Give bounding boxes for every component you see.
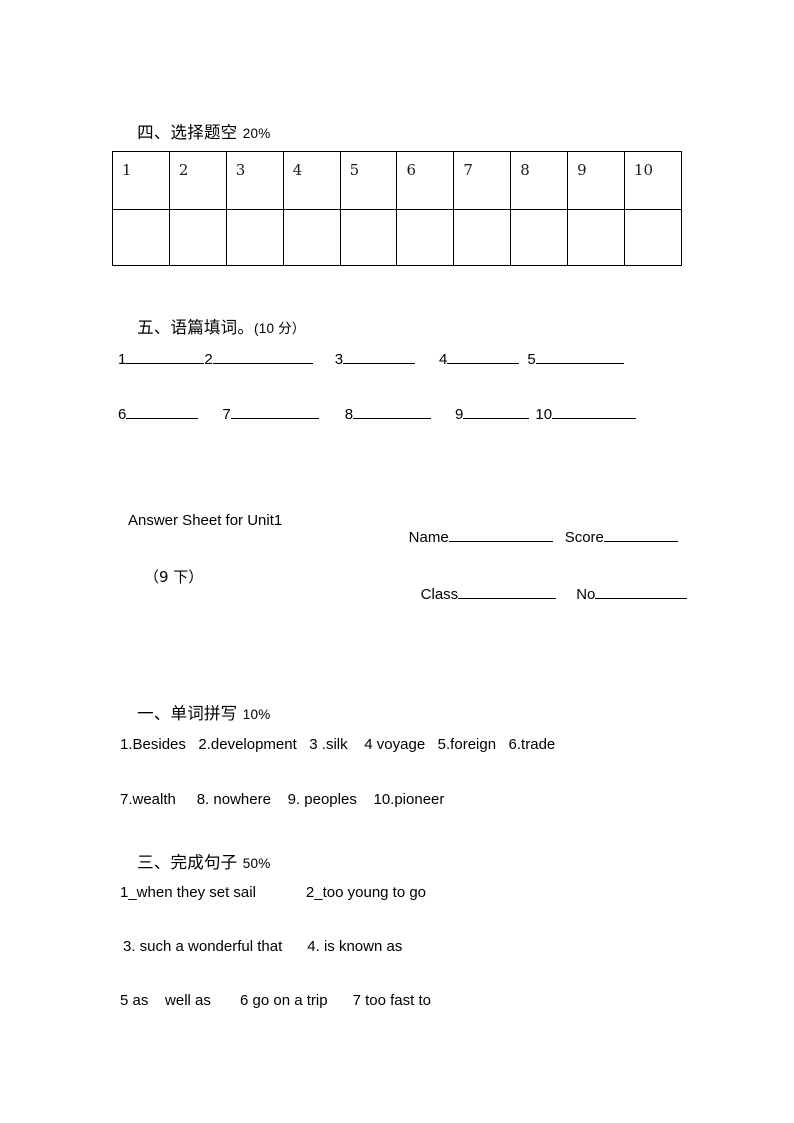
section-three-answers-line-three: 5 as well as 6 go on a trip 7 too fast t…	[120, 992, 431, 1009]
table-cell-number: 4	[282, 151, 341, 210]
name-score-field-group: Name Score	[392, 513, 678, 560]
cloze-blank-rule[interactable]	[447, 350, 520, 365]
table-cell-number: 8	[510, 151, 569, 210]
table-cell-number: 6	[396, 151, 455, 210]
cloze-blank-number: 4	[439, 351, 448, 369]
cloze-blank-number: 3	[334, 351, 344, 369]
class-no-field-group: Class No	[404, 570, 688, 617]
section-three-answers-line-two: 3. such a wonderful that 4. is known as	[123, 938, 403, 955]
cloze-blank-rule[interactable]	[535, 350, 624, 365]
table-cell-answer[interactable]	[567, 209, 626, 266]
no-field[interactable]: No	[576, 585, 688, 604]
section-five-heading-label: 五、语篇填词。	[137, 317, 255, 337]
cloze-blanks-row-two: 6 7 8 9 10	[118, 405, 637, 424]
table-cell-number: 2	[168, 151, 227, 210]
choice-answer-table: 1 2 3 4 5 6 7 8 9 10	[112, 151, 682, 266]
cloze-blank-rule[interactable]	[353, 405, 432, 420]
cloze-blank-rule[interactable]	[230, 405, 319, 420]
cloze-blank-number: 9	[455, 406, 464, 424]
table-cell-number: 3	[225, 151, 284, 210]
cloze-blank-number: 6	[118, 406, 127, 424]
name-field-label: Name	[408, 529, 449, 547]
section-three-score: 50%	[242, 855, 271, 871]
cloze-blank-rule[interactable]	[463, 405, 530, 420]
no-field-label: No	[576, 586, 596, 604]
section-one-heading-label: 一、单词拼写	[137, 703, 243, 723]
table-row-numbers: 1 2 3 4 5 6 7 8 9 10	[112, 151, 682, 210]
cloze-blank-number: 2	[204, 351, 213, 369]
name-field[interactable]: Name	[409, 528, 553, 545]
score-field-label: Score	[564, 529, 604, 547]
cloze-blank-rule[interactable]	[126, 405, 199, 420]
table-cell-answer[interactable]	[453, 209, 512, 266]
cloze-blank-rule[interactable]	[212, 350, 313, 365]
table-cell-answer[interactable]	[282, 209, 341, 266]
section-one-answers-line-two: 7.wealth 8. nowhere 9. peoples 10.pionee…	[120, 791, 445, 808]
table-cell-answer[interactable]	[510, 209, 569, 266]
name-field-rule[interactable]	[448, 528, 553, 543]
score-field[interactable]: Score	[565, 528, 678, 545]
document-page: 四、选择题空 20% 1 2 3 4 5 6 7 8 9 10 五、语篇填词。(…	[0, 0, 794, 1123]
table-cell-number: 9	[567, 151, 626, 210]
cloze-blank-item[interactable]: 6	[118, 405, 199, 424]
cloze-blank-item[interactable]: 9	[455, 405, 530, 424]
cloze-blank-item[interactable]: 3	[334, 350, 416, 369]
section-three-answers-line-one: 1_when they set sail 2_too young to go	[120, 884, 427, 901]
cloze-blank-item[interactable]: 4	[439, 350, 520, 369]
table-cell-answer[interactable]	[168, 209, 227, 266]
answer-sheet-title: Answer Sheet for Unit1	[128, 512, 283, 529]
cloze-blank-rule[interactable]	[343, 350, 416, 365]
cloze-blank-rule[interactable]	[552, 405, 637, 420]
answer-sheet-subtitle: （9 下）	[144, 568, 204, 586]
table-cell-number: 1	[112, 151, 170, 210]
cloze-blank-item[interactable]: 8	[344, 405, 432, 424]
cloze-blanks-row-one: 1 2 3 4 5	[118, 350, 624, 368]
cloze-blank-number: 5	[527, 351, 536, 369]
cloze-blank-item[interactable]: 2	[204, 350, 313, 369]
section-three-heading-label: 三、完成句子	[137, 852, 243, 872]
table-cell-number: 7	[453, 151, 512, 210]
class-field-rule[interactable]	[458, 585, 557, 600]
cloze-blank-item[interactable]: 10	[535, 405, 637, 424]
table-row-answers	[112, 209, 682, 266]
class-field-label: Class	[420, 586, 459, 604]
table-cell-answer[interactable]	[225, 209, 284, 266]
cloze-blank-item[interactable]: 7	[222, 405, 319, 424]
table-cell-answer[interactable]	[339, 209, 398, 266]
table-cell-answer[interactable]	[624, 209, 682, 266]
section-four-heading-label: 四、选择题空	[137, 122, 243, 142]
score-field-rule[interactable]	[603, 528, 678, 543]
table-cell-answer[interactable]	[112, 209, 170, 266]
class-field[interactable]: Class	[421, 585, 557, 602]
cloze-blank-number: 10	[535, 406, 553, 424]
cloze-blank-rule[interactable]	[126, 350, 205, 365]
cloze-blank-item[interactable]: 1	[118, 350, 205, 369]
section-four-score: 20%	[242, 125, 271, 141]
table-cell-number: 10	[624, 151, 682, 210]
section-one-heading: 一、单词拼写 10%	[118, 689, 270, 739]
table-cell-answer[interactable]	[396, 209, 455, 266]
table-cell-number: 5	[339, 151, 398, 210]
cloze-blank-number: 7	[222, 406, 231, 424]
section-one-answers-line-one: 1.Besides 2.development 3 .silk 4 voyage…	[120, 736, 556, 753]
section-one-score: 10%	[242, 706, 271, 722]
section-five-score: (10 分）	[254, 320, 306, 336]
section-five-heading: 五、语篇填词。(10 分）	[118, 303, 306, 353]
cloze-blank-number: 8	[344, 406, 354, 424]
section-three-heading: 三、完成句子 50%	[118, 838, 270, 888]
no-field-rule[interactable]	[595, 585, 688, 600]
cloze-blank-number: 1	[118, 351, 127, 369]
cloze-blank-item[interactable]: 5	[527, 350, 624, 369]
